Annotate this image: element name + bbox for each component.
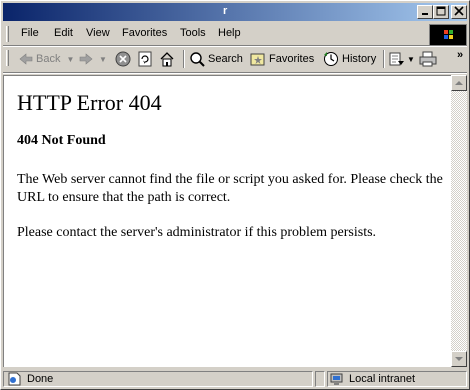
page-done-icon <box>8 372 21 386</box>
mail-icon <box>389 52 404 66</box>
vertical-scrollbar[interactable] <box>451 75 467 367</box>
refresh-icon <box>138 51 152 67</box>
stop-icon <box>115 51 131 67</box>
print-button[interactable] <box>419 50 437 68</box>
search-button[interactable]: Search <box>189 50 243 68</box>
error-description: The Web server cannot find the file or s… <box>17 172 443 205</box>
minimize-button[interactable] <box>417 5 433 19</box>
browser-window: r File Edit View Favorites Tools Help Ba… <box>0 0 470 390</box>
back-dropdown-icon[interactable]: ▼ <box>66 55 74 64</box>
refresh-button[interactable] <box>137 50 153 68</box>
back-label: Back <box>36 53 61 65</box>
menu-help[interactable]: Help <box>218 27 241 39</box>
page-subheading: 404 Not Found <box>17 133 106 148</box>
history-icon <box>324 52 338 66</box>
page-content: HTTP Error 404 404 Not Found The Web ser… <box>3 75 451 367</box>
menu-edit[interactable]: Edit <box>54 27 73 39</box>
status-text: Done <box>27 373 54 385</box>
maximize-icon <box>436 6 446 16</box>
print-icon <box>419 51 437 67</box>
maximize-button[interactable] <box>433 5 449 19</box>
toolbar: Back ▼ ▼ Search Favorites History ▼ » <box>3 47 467 71</box>
mail-button[interactable]: ▼ <box>389 50 415 68</box>
contact-instruction: Please contact the server's administrato… <box>17 225 377 240</box>
favorites-label: Favorites <box>269 53 315 65</box>
favorites-button[interactable]: Favorites <box>250 50 314 68</box>
zone-panel: Local intranet <box>327 371 467 387</box>
menu-bar: File Edit View Favorites Tools Help <box>3 24 423 44</box>
status-panel-empty <box>315 371 325 387</box>
zone-text: Local intranet <box>349 373 416 385</box>
toolbar-divider <box>3 72 467 74</box>
search-label: Search <box>208 53 243 65</box>
toolbar-grip[interactable] <box>6 50 9 66</box>
forward-arrow-icon <box>79 53 93 65</box>
menu-favorites[interactable]: Favorites <box>122 27 167 39</box>
status-bar: Done Local intranet <box>3 370 467 388</box>
page-heading: HTTP Error 404 <box>17 90 162 115</box>
back-arrow-icon <box>19 53 33 65</box>
minimize-icon <box>422 13 428 15</box>
toolbar-separator <box>383 50 385 68</box>
back-button[interactable]: Back ▼ <box>19 50 74 68</box>
toolbar-overflow-chevron[interactable]: » <box>457 49 463 61</box>
favorites-icon <box>250 53 265 66</box>
windows-logo <box>429 24 467 46</box>
home-icon <box>160 52 174 67</box>
history-label: History <box>342 53 377 65</box>
window-title: r <box>223 5 228 17</box>
windows-logo-icon <box>444 30 454 40</box>
forward-dropdown-icon[interactable]: ▼ <box>99 55 107 64</box>
search-icon <box>190 52 205 67</box>
forward-button[interactable]: ▼ <box>79 50 107 68</box>
scroll-up-icon <box>455 81 463 85</box>
scroll-up-button[interactable] <box>451 75 467 91</box>
history-button[interactable]: History <box>323 50 376 68</box>
menu-file[interactable]: File <box>21 27 39 39</box>
scroll-down-icon <box>455 357 463 361</box>
mail-dropdown-icon[interactable]: ▼ <box>407 55 415 64</box>
close-icon <box>454 6 464 16</box>
stop-button[interactable] <box>115 50 131 68</box>
menu-view[interactable]: View <box>86 27 110 39</box>
menu-grip[interactable] <box>6 26 9 42</box>
title-bar[interactable]: r <box>3 3 467 21</box>
toolbar-separator <box>183 50 185 68</box>
scroll-down-button[interactable] <box>451 351 467 367</box>
menu-tools[interactable]: Tools <box>180 27 206 39</box>
intranet-icon <box>330 373 343 385</box>
home-button[interactable] <box>159 50 175 68</box>
close-button[interactable] <box>451 5 467 19</box>
status-message-panel: Done <box>3 371 313 387</box>
